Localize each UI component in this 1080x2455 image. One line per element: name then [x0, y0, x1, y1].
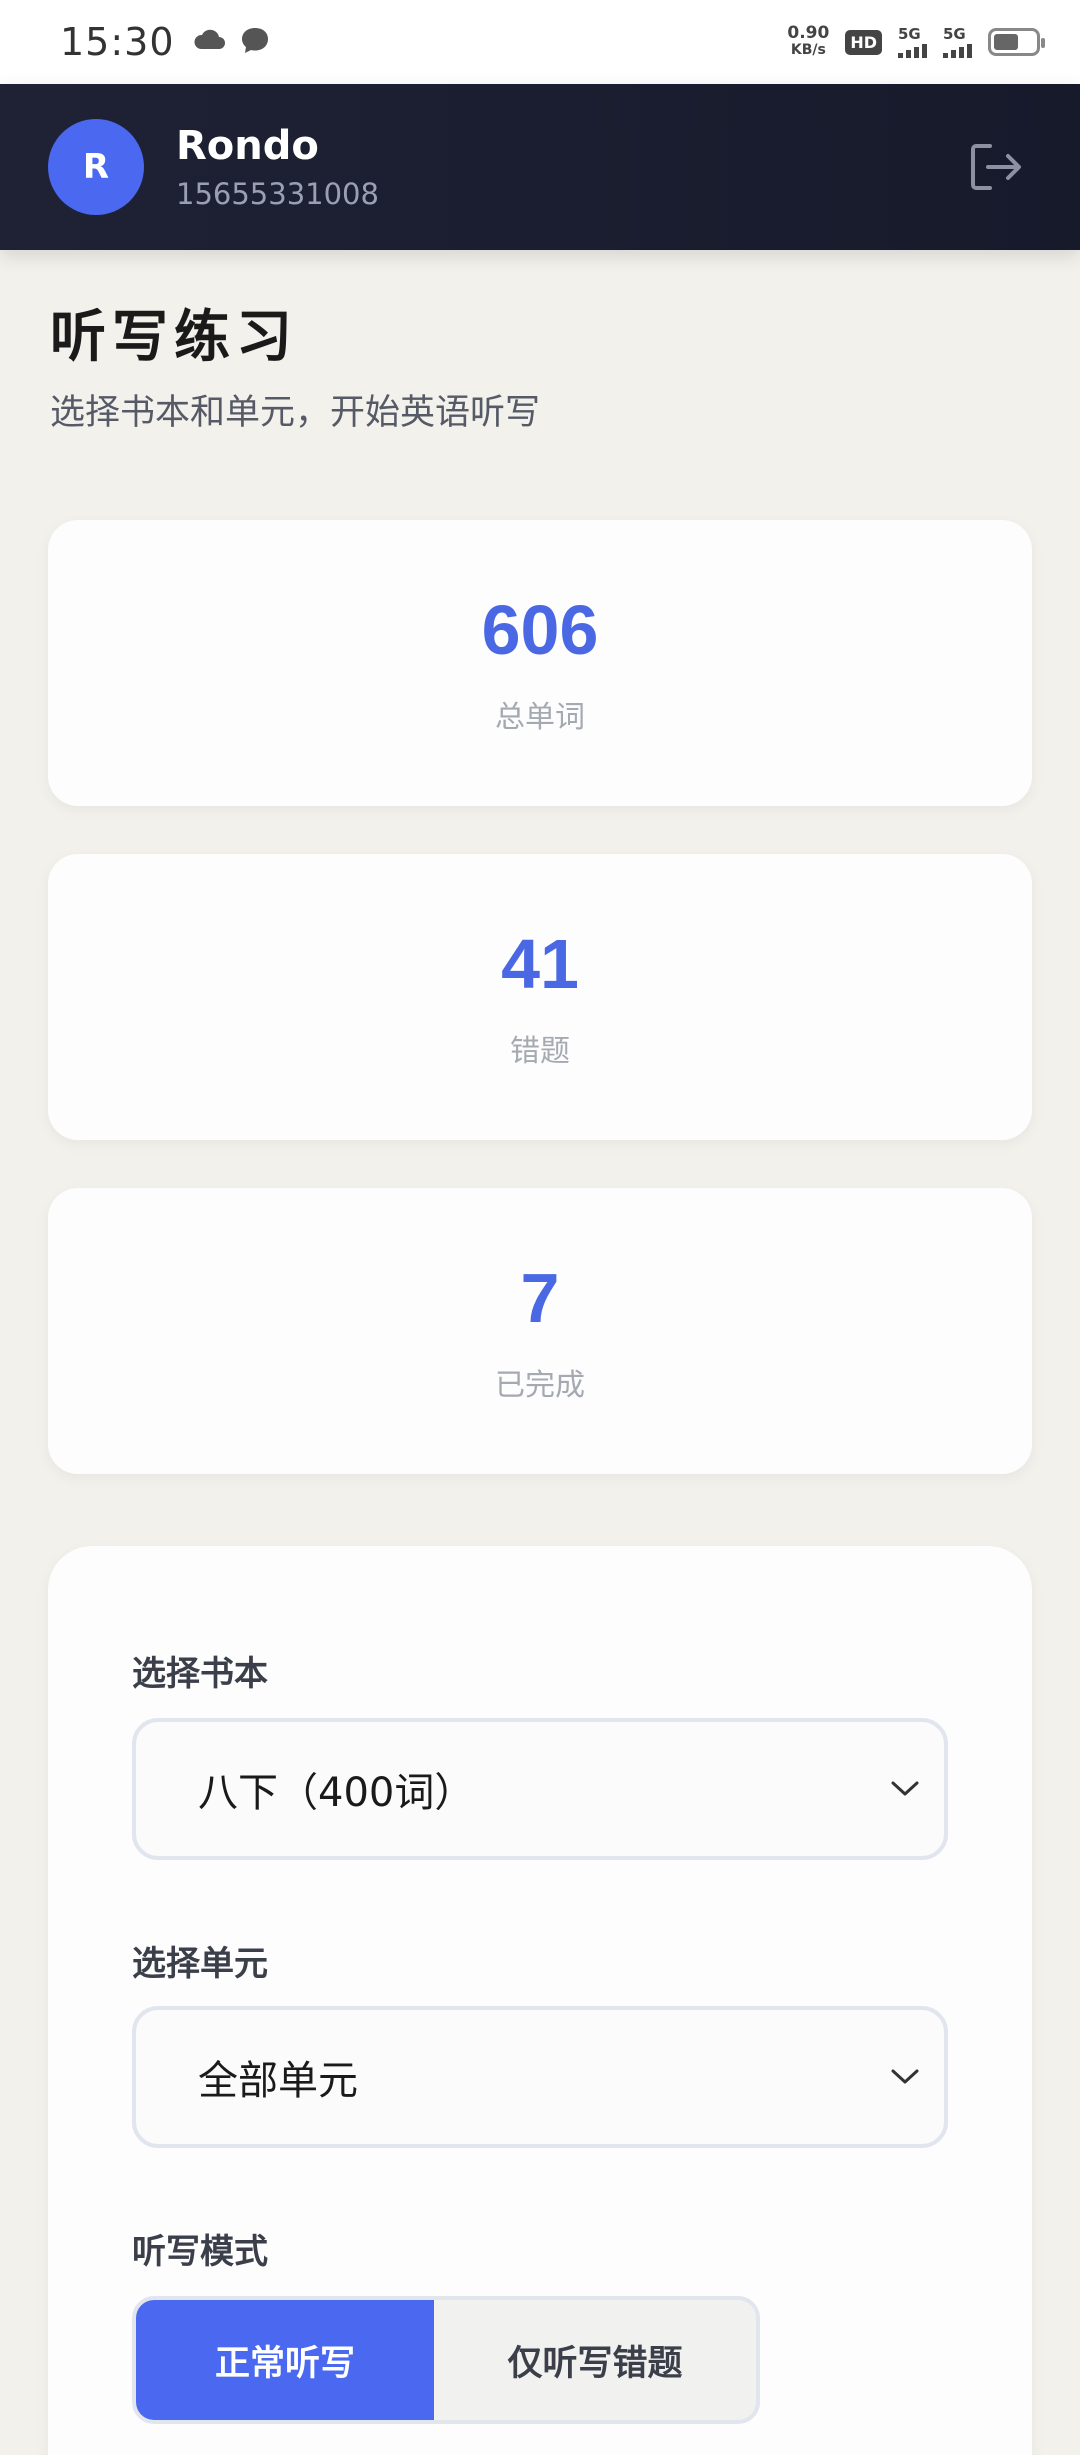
book-select[interactable]: 八下（400词） [132, 1718, 948, 1860]
stat-card-wrong[interactable]: 41 错题 [48, 854, 1032, 1140]
net-speed-unit: KB/s [790, 42, 826, 58]
signal-sim1-icon: 5G [898, 24, 927, 58]
stat-label: 总单词 [495, 700, 585, 735]
mode-normal-button[interactable]: 正常听写 [136, 2300, 434, 2420]
message-icon [239, 25, 271, 59]
chevron-down-icon [891, 2069, 919, 2084]
logout-icon [971, 144, 1021, 190]
stat-value: 41 [501, 925, 579, 1003]
stat-card-completed: 7 已完成 [48, 1188, 1032, 1474]
mode-toggle-group: 正常听写 仅听写错题 [132, 2296, 760, 2424]
stat-label: 已完成 [495, 1368, 585, 1403]
stat-card-total-words: 606 总单词 [48, 520, 1032, 806]
net-speed-value: 0.90 [787, 23, 830, 43]
sim1-label: 5G [898, 24, 921, 43]
mode-label: 听写模式 [132, 2232, 268, 2272]
user-name: Rondo [176, 123, 319, 169]
page-title: 听写练习 [50, 304, 298, 370]
stat-value: 606 [481, 591, 599, 669]
book-select-label: 选择书本 [132, 1654, 268, 1694]
chevron-down-icon [891, 1781, 919, 1796]
hd-icon: HD [845, 29, 882, 55]
stat-label: 错题 [510, 1034, 570, 1069]
cloud-icon [193, 27, 227, 57]
net-speed: 0.90 KB/s [787, 25, 829, 59]
unit-select-value: 全部单元 [198, 2058, 358, 2104]
mode-wrong-only-button[interactable]: 仅听写错题 [434, 2300, 756, 2420]
sim2-label: 5G [943, 24, 966, 43]
unit-select-label: 选择单元 [132, 1944, 268, 1984]
avatar[interactable]: R [48, 119, 144, 215]
logout-button[interactable] [960, 131, 1032, 203]
user-phone: 15655331008 [176, 177, 379, 211]
battery-icon [988, 28, 1045, 56]
page-subtitle: 选择书本和单元，开始英语听写 [50, 393, 541, 433]
status-bar: 15:30 0.90 KB/s HD 5G 5G [0, 0, 1080, 84]
book-select-value: 八下（400词） [198, 1770, 475, 1816]
user-info: Rondo 15655331008 [176, 123, 379, 211]
dictation-form-card: 选择书本 八下（400词） 选择单元 全部单元 听写模式 正常听写 仅听写错题 [48, 1546, 1032, 2455]
status-time: 15:30 [60, 20, 175, 64]
signal-sim2-icon: 5G [943, 24, 972, 58]
app-header: R Rondo 15655331008 [0, 84, 1080, 250]
unit-select[interactable]: 全部单元 [132, 2006, 948, 2148]
stat-value: 7 [520, 1259, 560, 1337]
